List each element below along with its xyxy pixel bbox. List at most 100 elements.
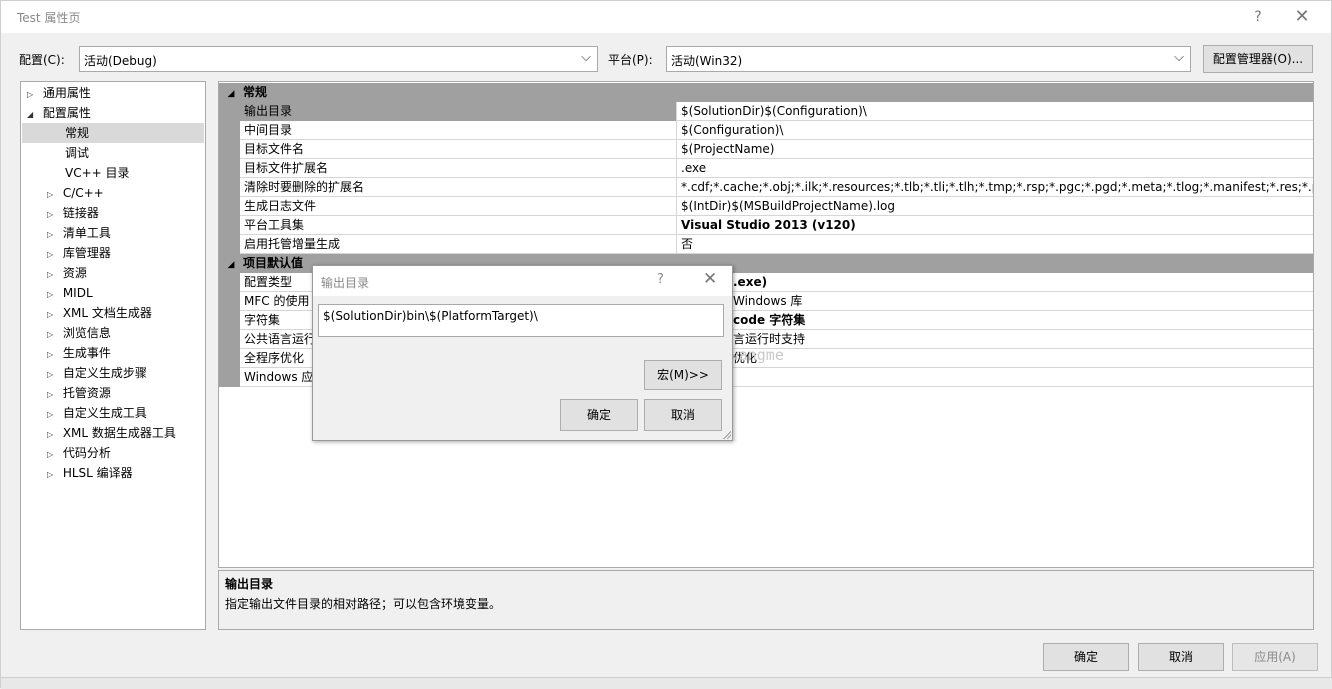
expand-icon[interactable]: ▷ — [47, 465, 59, 485]
row-gutter — [219, 102, 240, 121]
tree-item-debugging[interactable]: 调试 — [65, 143, 89, 163]
expand-icon[interactable]: ▷ — [47, 265, 59, 285]
help-icon[interactable]: ? — [657, 272, 664, 287]
tree-item-managed-resources[interactable]: ▷ 托管资源 — [47, 383, 111, 403]
expand-icon[interactable]: ▷ — [47, 345, 59, 365]
description-title: 输出目录 — [225, 577, 274, 591]
tree-item-label: HLSL 编译器 — [62, 466, 133, 480]
apply-button[interactable]: 应用(A) — [1232, 643, 1318, 671]
chevron-down-icon: ⌵ — [1174, 50, 1184, 65]
expand-icon[interactable]: ▷ — [47, 325, 59, 345]
tree-item-librarian[interactable]: ▷ 库管理器 — [47, 243, 111, 263]
property-value[interactable]: $(Configuration)\ — [678, 121, 1313, 140]
tree-item-label: XML 文档生成器 — [62, 306, 152, 320]
tree-item-midl[interactable]: ▷ MIDL — [47, 283, 93, 303]
row-gutter — [219, 140, 240, 159]
resize-grip-icon[interactable] — [722, 430, 731, 439]
property-value[interactable]: Windows 库 — [678, 292, 1313, 311]
property-value[interactable]: *.cdf;*.cache;*.obj;*.ilk;*.resources;*.… — [678, 178, 1313, 197]
tree-item-xml-data-generator-tool[interactable]: ▷ XML 数据生成器工具 — [47, 423, 176, 443]
expand-icon[interactable]: ▷ — [47, 365, 59, 385]
tree-item-linker[interactable]: ▷ 链接器 — [47, 203, 99, 223]
property-value[interactable]: $(SolutionDir)$(Configuration)\ — [678, 102, 1313, 121]
expand-icon[interactable]: ▷ — [47, 245, 59, 265]
dialog-ok-button[interactable]: 确定 — [560, 399, 638, 431]
ok-button[interactable]: 确定 — [1043, 643, 1129, 671]
property-value[interactable]: code 字符集 — [678, 311, 1313, 330]
output-directory-input[interactable]: $(SolutionDir)bin\$(PlatformTarget)\ — [318, 304, 724, 337]
cancel-button[interactable]: 取消 — [1138, 643, 1224, 671]
row-gutter — [219, 121, 240, 140]
expand-icon[interactable]: ▷ — [47, 385, 59, 405]
property-name: 启用托管增量生成 — [240, 235, 677, 254]
expand-icon[interactable]: ▷ — [47, 225, 59, 245]
platform-dropdown[interactable]: 活动(Win32) ⌵ — [666, 46, 1191, 72]
tree-item-vc-directories[interactable]: VC++ 目录 — [65, 163, 130, 183]
expand-icon[interactable]: ▷ — [47, 305, 59, 325]
tree-item-label: 自定义生成工具 — [62, 406, 147, 420]
tree-item-resources[interactable]: ▷ 资源 — [47, 263, 87, 283]
dialog-title-bar: 输出目录 ? ✕ — [313, 266, 732, 296]
tree-item-label: VC++ 目录 — [65, 166, 130, 180]
expand-icon[interactable]: ▷ — [27, 85, 39, 105]
tree-item-xml-document-generator[interactable]: ▷ XML 文档生成器 — [47, 303, 152, 323]
property-row-build-log-file[interactable]: 生成日志文件 $(IntDir)$(MSBuildProjectName).log — [219, 197, 1313, 216]
expand-icon[interactable]: ▷ — [47, 445, 59, 465]
property-row-output-directory[interactable]: 输出目录 $(SolutionDir)$(Configuration)\ — [219, 102, 1313, 121]
platform-value: 活动(Win32) — [671, 54, 743, 68]
config-dropdown[interactable]: 活动(Debug) ⌵ — [79, 46, 598, 72]
tree-item-browse-information[interactable]: ▷ 浏览信息 — [47, 323, 111, 343]
expand-icon[interactable]: ▷ — [47, 405, 59, 425]
tree-item-custom-build-step[interactable]: ▷ 自定义生成步骤 — [47, 363, 147, 383]
property-row-extensions-to-delete[interactable]: 清除时要删除的扩展名 *.cdf;*.cache;*.obj;*.ilk;*.re… — [219, 178, 1313, 197]
property-value[interactable]: 言运行时支持 — [678, 330, 1313, 349]
expand-icon[interactable]: ▷ — [47, 185, 59, 205]
tree-item-custom-build-tool[interactable]: ▷ 自定义生成工具 — [47, 403, 147, 423]
property-row-target-extension[interactable]: 目标文件扩展名 .exe — [219, 159, 1313, 178]
window-title: Test 属性页 — [17, 11, 81, 25]
property-name: 清除时要删除的扩展名 — [240, 178, 677, 197]
category-general[interactable]: ◢ 常规 — [219, 83, 1313, 102]
tree-item-common-properties[interactable]: ▷ 通用属性 — [27, 83, 91, 103]
tree-item-manifest-tool[interactable]: ▷ 清单工具 — [47, 223, 111, 243]
row-gutter — [219, 330, 240, 349]
tree-item-label: 配置属性 — [42, 106, 91, 120]
tree-item-label: 常规 — [65, 126, 90, 140]
tree-item-code-analysis[interactable]: ▷ 代码分析 — [47, 443, 111, 463]
tree-item-cpp[interactable]: ▷ C/C++ — [47, 183, 104, 203]
configuration-manager-button[interactable]: 配置管理器(O)... — [1203, 45, 1313, 73]
row-gutter — [219, 292, 240, 311]
property-row-intermediate-directory[interactable]: 中间目录 $(Configuration)\ — [219, 121, 1313, 140]
property-value[interactable]: .exe — [678, 159, 1313, 178]
property-value[interactable]: $(IntDir)$(MSBuildProjectName).log — [678, 197, 1313, 216]
property-pages-window: Test 属性页 ? ✕ 配置(C): 活动(Debug) ⌵ 平台(P): 活… — [0, 0, 1332, 689]
tree-item-configuration-properties[interactable]: ◢ 配置属性 — [27, 103, 91, 123]
help-icon[interactable]: ? — [1245, 6, 1271, 28]
property-row-managed-incremental-build[interactable]: 启用托管增量生成否 — [219, 235, 1313, 254]
property-value[interactable]: .exe) — [678, 273, 1313, 292]
expand-icon[interactable]: ▷ — [47, 425, 59, 445]
tree-item-general[interactable]: 常规 — [22, 123, 204, 143]
property-tree: ▷ 通用属性 ◢ 配置属性 常规 调试 VC++ 目录 ▷ C/C++ ▷ 链接… — [20, 81, 206, 630]
expand-icon[interactable]: ▷ — [47, 205, 59, 225]
output-directory-dialog: 输出目录 ? ✕ $(SolutionDir)bin\$(PlatformTar… — [312, 265, 733, 441]
property-row-target-name[interactable]: 目标文件名 $(ProjectName) — [219, 140, 1313, 159]
tree-item-hlsl-compiler[interactable]: ▷ HLSL 编译器 — [47, 463, 133, 483]
tree-item-build-events[interactable]: ▷ 生成事件 — [47, 343, 111, 363]
dialog-cancel-button[interactable]: 取消 — [644, 399, 722, 431]
tree-item-label: 通用属性 — [42, 86, 91, 100]
property-value[interactable]: Visual Studio 2013 (v120) — [678, 216, 1313, 235]
property-value[interactable]: 优化 — [678, 349, 1313, 368]
property-value[interactable]: $(ProjectName) — [678, 140, 1313, 159]
title-bar: Test 属性页 ? ✕ — [1, 1, 1331, 33]
property-name: 中间目录 — [240, 121, 677, 140]
collapse-icon[interactable]: ◢ — [27, 105, 39, 125]
property-value[interactable]: 否 — [678, 235, 1313, 254]
close-icon[interactable]: ✕ — [703, 269, 717, 289]
macros-button[interactable]: 宏(M)>> — [644, 360, 722, 390]
expand-icon[interactable]: ▷ — [47, 285, 59, 305]
property-name: 平台工具集 — [240, 216, 677, 235]
property-value[interactable] — [678, 368, 1313, 387]
close-icon[interactable]: ✕ — [1289, 6, 1315, 28]
property-row-platform-toolset[interactable]: 平台工具集 Visual Studio 2013 (v120) — [219, 216, 1313, 235]
